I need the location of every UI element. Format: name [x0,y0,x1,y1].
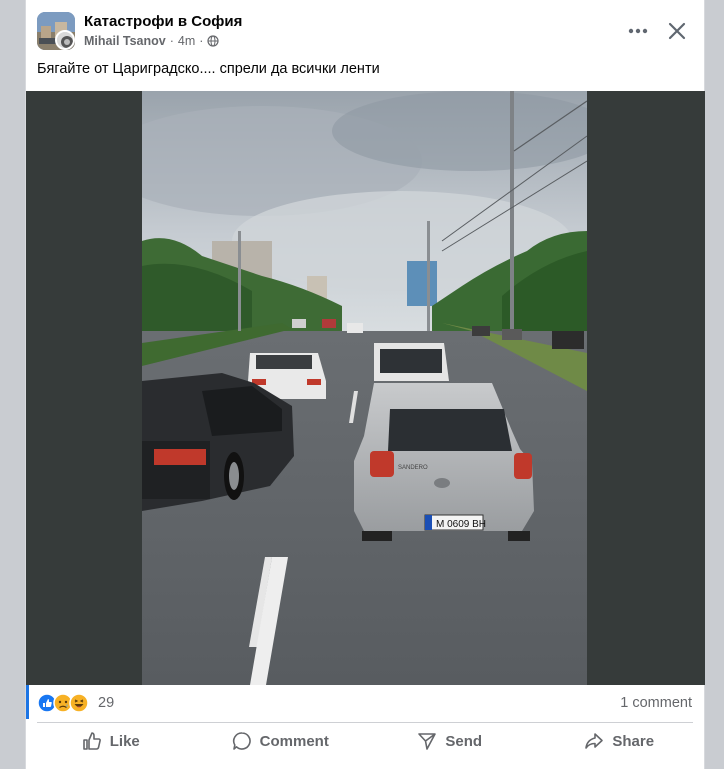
post-meta: Mihail Tsanov · 4m · [84,34,220,48]
group-name[interactable]: Катастрофи в София [84,13,242,30]
action-bar: Like Comment Send Share [26,724,704,758]
reaction-icons[interactable] [37,693,97,713]
close-icon [668,22,686,40]
send-button[interactable]: Send [365,724,535,758]
post-text: Бягайте от Цариградско.... спрели да вси… [37,61,380,77]
author-name[interactable]: Mihail Tsanov [84,34,166,48]
post-header: Катастрофи в София Mihail Tsanov · 4m · [26,0,704,58]
share-icon [585,733,604,749]
comment-button[interactable]: Comment [196,724,366,758]
comment-count[interactable]: 1 comment [620,695,692,711]
comment-label: Comment [259,732,329,750]
more-options-icon [628,28,648,34]
like-icon [82,732,101,750]
share-label: Share [612,732,655,750]
post-media[interactable]: M 0609 BH SANDERO [26,91,705,685]
share-button[interactable]: Share [535,724,705,758]
comment-icon [232,732,251,750]
author-avatar[interactable] [55,30,75,50]
reactions-bar: 29 1 comment [26,685,704,719]
post-modal: Катастрофи в София Mihail Tsanov · 4m · [25,0,705,769]
more-options-button[interactable] [623,16,653,46]
reaction-count[interactable]: 29 [98,695,114,711]
meta-separator: · [169,34,174,48]
meta-separator-2: · [199,34,204,48]
license-plate-text: M 0609 BH [436,519,486,530]
send-icon [418,733,437,750]
like-button[interactable]: Like [26,724,196,758]
globe-icon [207,35,220,47]
like-label: Like [109,732,140,750]
send-label: Send [445,732,483,750]
close-button[interactable] [662,16,692,46]
haha-reaction-icon [69,693,89,713]
post-time[interactable]: 4m [178,34,195,48]
traffic-photo[interactable]: M 0609 BH SANDERO [142,91,587,685]
actions-divider [37,722,693,723]
car-model-badge: SANDERO [398,465,428,471]
